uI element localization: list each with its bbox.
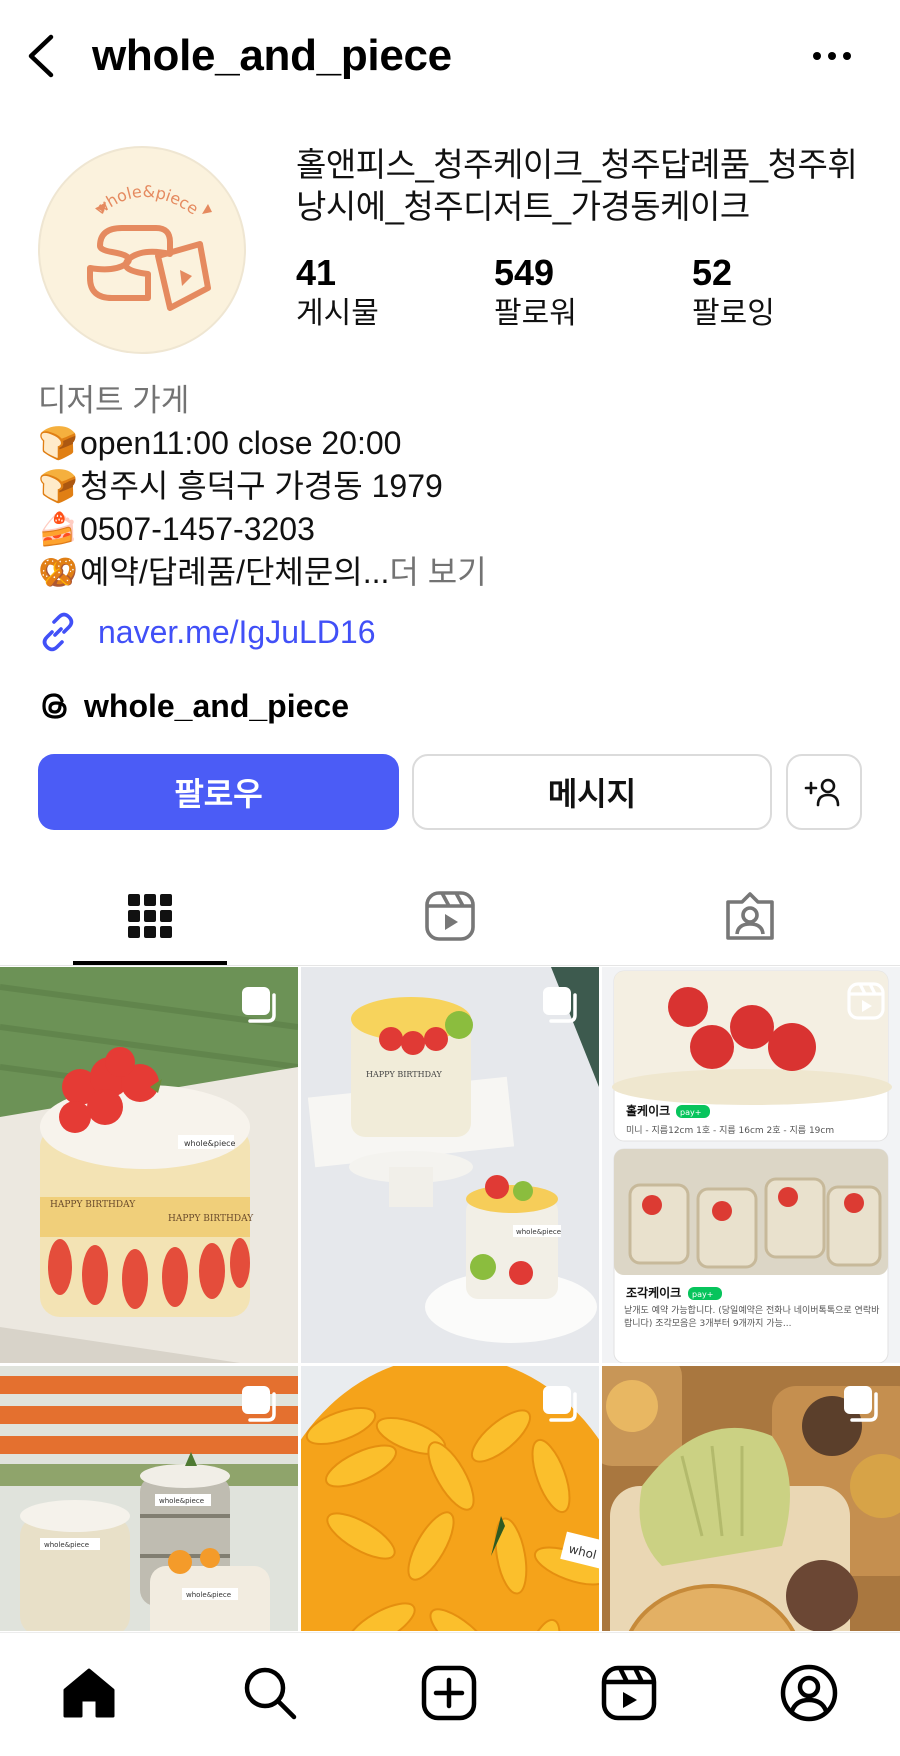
tab-tagged[interactable] xyxy=(600,866,900,966)
post-3-image: 홀케이크 pay+ 미니 - 지름12cm 1호 - 지름 16cm 2호 - … xyxy=(602,967,900,1363)
bio-more-link[interactable]: 더 보기 xyxy=(389,551,486,594)
stat-followers[interactable]: 549 팔로워 xyxy=(494,252,654,334)
profile-avatar[interactable]: whole&piece xyxy=(38,146,246,354)
threads-badge[interactable]: whole_and_piece xyxy=(38,682,349,730)
post-thumbnail-5[interactable]: whol xyxy=(301,1366,599,1631)
threads-handle: whole_and_piece xyxy=(84,687,349,724)
profile-display-name: 홀앤피스_청주케이크_청주답례품_청주휘낭시에_청주디저트_가경동케이크 xyxy=(296,146,858,225)
stat-posts[interactable]: 41 게시물 xyxy=(296,252,456,334)
post-3-card1-desc: 미니 - 지름12cm 1호 - 지름 16cm 2호 - 지름 19cm xyxy=(626,1125,834,1136)
cake-emoji-icon: 🍰 xyxy=(38,511,78,547)
post-thumbnail-6[interactable] xyxy=(602,1366,900,1631)
post-3-card2-badge: pay+ xyxy=(692,1290,713,1299)
post-3-card1-badge: pay+ xyxy=(680,1108,701,1117)
post-1-band-right: HAPPY BIRTHDAY xyxy=(168,1214,254,1224)
nav-search[interactable] xyxy=(225,1651,315,1735)
top-bar: whole_and_piece xyxy=(0,0,900,112)
stat-following-count: 52 xyxy=(692,252,733,293)
bio-address-text: 청주시 흥덕구 가경동 1979 xyxy=(80,468,443,504)
create-icon xyxy=(421,1665,477,1721)
active-tab-indicator xyxy=(73,961,227,965)
bread-emoji-icon: 🍞 xyxy=(38,468,78,504)
carousel-icon xyxy=(543,1386,577,1422)
stat-followers-count: 549 xyxy=(494,252,555,293)
stat-posts-count: 41 xyxy=(296,252,337,293)
posts-grid: whole&piece HAPPY BIRTHDAY HAPPY BIRTHDA… xyxy=(0,967,900,1631)
stat-posts-label: 게시물 xyxy=(296,297,379,330)
more-dots-icon xyxy=(813,52,851,60)
post-thumbnail-2[interactable]: HAPPY BIRTHDAY whole&piece xyxy=(301,967,599,1363)
grid-icon xyxy=(128,894,172,938)
threads-icon xyxy=(42,693,67,719)
post-2-tag: whole&piece xyxy=(516,1228,561,1236)
reels-icon xyxy=(601,1665,657,1721)
logo-text: whole&piece xyxy=(91,182,202,219)
bread-emoji-icon: 🍞 xyxy=(38,425,78,461)
tagged-icon xyxy=(726,892,774,940)
link-icon xyxy=(42,612,74,652)
post-2-band: HAPPY BIRTHDAY xyxy=(366,1070,442,1079)
home-icon xyxy=(63,1668,115,1718)
post-3-card2-title: 조각케이크 xyxy=(626,1285,681,1300)
pretzel-emoji-icon: 🥨 xyxy=(38,554,78,590)
profile-username-title: whole_and_piece xyxy=(92,31,452,80)
bio-phone-text: 0507-1457-3203 xyxy=(80,511,315,547)
bio-category: 디저트 가게 xyxy=(38,383,190,418)
profile-bio: 디저트 가게 🍞 open11:00 close 20:00 🍞 청주시 흥덕구… xyxy=(38,380,878,594)
reels-post-icon xyxy=(847,982,885,1020)
post-thumbnail-3[interactable]: 홀케이크 pay+ 미니 - 지름12cm 1호 - 지름 16cm 2호 - … xyxy=(602,967,900,1363)
post-3-card1-title: 홀케이크 xyxy=(626,1103,670,1118)
whole-and-piece-logo: whole&piece xyxy=(87,182,212,311)
bio-line-inquiry: 🥨 예약/답례품/단체문의... 더 보기 xyxy=(38,551,878,594)
post-1-image: whole&piece HAPPY BIRTHDAY HAPPY BIRTHDA… xyxy=(0,967,298,1363)
nav-reels[interactable] xyxy=(584,1651,674,1735)
stat-following-label: 팔로잉 xyxy=(692,297,775,330)
stat-following[interactable]: 52 팔로잉 xyxy=(692,252,852,334)
search-icon xyxy=(244,1667,297,1720)
nav-create[interactable] xyxy=(404,1651,494,1735)
bio-hours-text: open11:00 close 20:00 xyxy=(80,425,402,461)
nav-home[interactable] xyxy=(44,1651,134,1735)
reels-icon xyxy=(425,891,475,941)
message-button[interactable]: 메시지 xyxy=(412,754,772,830)
post-thumbnail-1[interactable]: whole&piece HAPPY BIRTHDAY HAPPY BIRTHDA… xyxy=(0,967,298,1363)
post-thumbnail-4[interactable]: whole&piece whole&piece whole&piece xyxy=(0,1366,298,1631)
post-1-tag: whole&piece xyxy=(184,1139,236,1148)
profile-icon xyxy=(780,1664,838,1722)
bio-link[interactable]: naver.me/IgJuLD16 xyxy=(38,608,376,656)
carousel-icon xyxy=(543,987,577,1023)
chevron-left-icon xyxy=(28,34,54,78)
post-3-card2-desc: 낱개도 예약 가능합니다. (당일예약은 전화나 네이버톡톡으로 연락바랍니다)… xyxy=(624,1306,880,1329)
profile-tabs xyxy=(0,866,900,966)
back-button[interactable] xyxy=(18,28,62,84)
post-4-tag-left: whole&piece xyxy=(44,1541,89,1549)
carousel-icon xyxy=(242,987,276,1023)
nav-profile[interactable] xyxy=(764,1651,854,1735)
stat-followers-label: 팔로워 xyxy=(494,297,577,330)
bio-line-hours: 🍞 open11:00 close 20:00 xyxy=(38,422,878,465)
more-options-button[interactable] xyxy=(806,36,858,76)
post-2-image: HAPPY BIRTHDAY whole&piece xyxy=(301,967,599,1363)
suggested-people-button[interactable] xyxy=(786,754,862,830)
bio-line-phone: 🍰 0507-1457-3203 xyxy=(38,508,878,551)
post-4-tag-mid: whole&piece xyxy=(159,1497,204,1505)
tab-posts-grid[interactable] xyxy=(0,866,300,966)
post-4-tag-right: whole&piece xyxy=(186,1591,231,1599)
add-person-icon xyxy=(804,778,840,807)
follow-button[interactable]: 팔로우 xyxy=(38,754,399,830)
post-1-band-left: HAPPY BIRTHDAY xyxy=(50,1200,136,1210)
tab-reels[interactable] xyxy=(300,866,600,966)
bio-inquiry-text: 예약/답례품/단체문의... xyxy=(80,554,390,590)
bio-link-text[interactable]: naver.me/IgJuLD16 xyxy=(98,614,376,651)
bio-line-address: 🍞 청주시 흥덕구 가경동 1979 xyxy=(38,465,878,508)
carousel-icon xyxy=(242,1386,276,1422)
bottom-navigation xyxy=(0,1632,900,1756)
carousel-icon xyxy=(844,1386,878,1422)
svg-text:whole&piece: whole&piece xyxy=(91,182,202,219)
